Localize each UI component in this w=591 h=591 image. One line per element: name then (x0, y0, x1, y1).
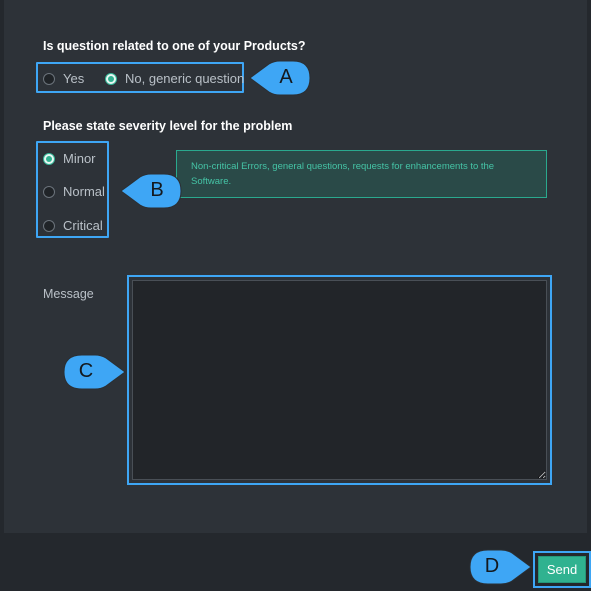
radio-minor-label: Minor (63, 151, 96, 166)
radio-critical-label: Critical (63, 218, 103, 233)
product-question-label: Is question related to one of your Produ… (43, 39, 306, 53)
send-button[interactable]: Send (538, 556, 586, 583)
radio-normal-circle[interactable] (43, 185, 55, 198)
radio-yes-circle[interactable] (43, 72, 55, 85)
radio-critical[interactable]: Critical (43, 218, 103, 233)
message-field-highlight (127, 275, 552, 485)
callout-d-label: D (484, 555, 500, 577)
callout-a-label: A (279, 66, 293, 88)
radio-yes[interactable]: Yes (43, 71, 84, 86)
radio-minor-circle[interactable] (43, 152, 55, 165)
radio-generic-question[interactable]: No, generic question (105, 71, 244, 86)
radio-yes-label: Yes (63, 71, 85, 86)
severity-question-label: Please state severity level for the prob… (43, 119, 293, 133)
severity-info-text: Non-critical Errors, general questions, … (191, 161, 495, 187)
message-label: Message (43, 287, 94, 301)
radio-generic-question-circle[interactable] (105, 72, 117, 85)
callout-b-label: B (150, 179, 164, 201)
radio-critical-circle[interactable] (43, 219, 55, 232)
radio-normal[interactable]: Normal (43, 184, 105, 199)
radio-normal-label: Normal (63, 184, 105, 199)
callout-c-label: C (78, 360, 94, 382)
message-textarea[interactable] (132, 280, 547, 480)
send-button-highlight: Send (533, 551, 591, 588)
radio-minor[interactable]: Minor (43, 151, 96, 166)
radio-generic-question-label: No, generic question (125, 71, 245, 86)
severity-info-box: Non-critical Errors, general questions, … (176, 150, 547, 198)
